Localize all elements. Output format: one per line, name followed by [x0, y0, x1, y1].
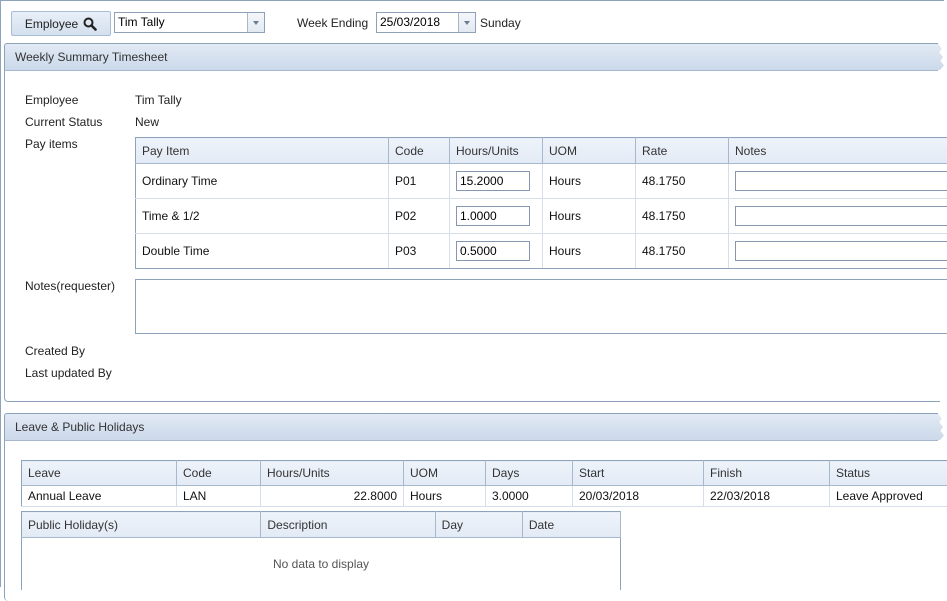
holiday-grid-header-row: Public Holiday(s) Description Day Date: [22, 512, 621, 538]
table-row[interactable]: Annual Leave LAN 22.8000 Hours 3.0000 20…: [22, 486, 947, 507]
window-border-left: [0, 0, 1, 587]
pay-item-cell: Double Time: [136, 234, 389, 269]
leave-holidays-title: Leave & Public Holidays: [15, 420, 144, 434]
pay-item-cell: Ordinary Time: [136, 164, 389, 199]
created-by-label: Created By: [25, 344, 85, 358]
employee-select[interactable]: Tim Tally: [114, 12, 265, 33]
column-header-hours-units[interactable]: Hours/Units: [261, 461, 404, 486]
public-holidays-grid: Public Holiday(s) Description Day Date N…: [21, 511, 621, 590]
table-row: Time & 1/2 P02 Hours 48.1750: [136, 199, 947, 234]
column-header-day[interactable]: Day: [435, 512, 522, 538]
uom-cell: Hours: [543, 164, 636, 199]
code-cell: P03: [389, 234, 450, 269]
status-cell: Leave Approved: [830, 486, 947, 507]
notes-cell: [729, 234, 947, 269]
column-header-notes[interactable]: Notes: [729, 138, 947, 164]
weekly-summary-title: Weekly Summary Timesheet: [15, 50, 168, 64]
days-cell: 3.0000: [486, 486, 573, 507]
column-header-rate[interactable]: Rate: [636, 138, 729, 164]
notes-cell: [729, 199, 947, 234]
notes-requester-textarea[interactable]: [135, 279, 947, 334]
employee-select-value: Tim Tally: [115, 13, 247, 32]
column-header-code[interactable]: Code: [389, 138, 450, 164]
column-header-uom[interactable]: UOM: [404, 461, 486, 486]
employee-search-button[interactable]: Employee: [11, 11, 111, 36]
notes-requester-label: Notes(requester): [25, 279, 115, 293]
pay-items-grid: Pay Item Code Hours/Units UOM Rate Notes…: [135, 137, 947, 269]
current-status-label: Current Status: [25, 115, 102, 129]
hours-input[interactable]: [456, 241, 530, 261]
uom-cell: Hours: [543, 234, 636, 269]
pay-items-label: Pay items: [25, 137, 78, 151]
notes-input[interactable]: [735, 171, 947, 191]
column-header-start[interactable]: Start: [573, 461, 704, 486]
column-header-code[interactable]: Code: [177, 461, 261, 486]
column-header-leave[interactable]: Leave: [22, 461, 177, 486]
notes-cell: [729, 164, 947, 199]
notes-input[interactable]: [735, 206, 947, 226]
rate-cell: 48.1750: [636, 164, 729, 199]
hours-cell: [450, 234, 543, 269]
employee-dropdown-button[interactable]: [247, 13, 264, 32]
leave-cell: Annual Leave: [22, 486, 177, 507]
window-border-top: [0, 0, 944, 1]
hours-cell: [450, 199, 543, 234]
column-header-pay-item[interactable]: Pay Item: [136, 138, 389, 164]
column-header-description[interactable]: Description: [261, 512, 435, 538]
hours-cell: [450, 164, 543, 199]
employee-value: Tim Tally: [135, 93, 182, 107]
leave-holidays-header[interactable]: Leave & Public Holidays: [4, 413, 938, 441]
chevron-down-icon: [464, 21, 470, 25]
week-ending-label: Week Ending: [297, 16, 368, 30]
torn-edge: [936, 44, 944, 70]
column-header-finish[interactable]: Finish: [704, 461, 830, 486]
column-header-days[interactable]: Days: [486, 461, 573, 486]
hours-input[interactable]: [456, 206, 530, 226]
column-header-status[interactable]: Status: [830, 461, 947, 486]
column-header-public-holidays[interactable]: Public Holiday(s): [22, 512, 261, 538]
employee-button-label: Employee: [25, 17, 78, 31]
no-data-message: No data to display: [22, 538, 621, 590]
pay-item-cell: Time & 1/2: [136, 199, 389, 234]
rate-cell: 48.1750: [636, 199, 729, 234]
week-ending-value: 25/03/2018: [377, 13, 458, 32]
current-status-value: New: [135, 115, 159, 129]
last-updated-by-label: Last updated By: [25, 366, 112, 380]
leave-grid: Leave Code Hours/Units UOM Days Start Fi…: [21, 460, 947, 507]
week-ending-date-picker[interactable]: 25/03/2018: [376, 12, 476, 33]
start-cell: 20/03/2018: [573, 486, 704, 507]
week-day-label: Sunday: [480, 16, 521, 30]
table-row: Double Time P03 Hours 48.1750: [136, 234, 947, 269]
week-ending-dropdown-button[interactable]: [458, 13, 475, 32]
empty-row: No data to display: [22, 538, 621, 590]
hours-cell: 22.8000: [261, 486, 404, 507]
torn-edge: [936, 414, 944, 440]
uom-cell: Hours: [404, 486, 486, 507]
search-icon: [83, 17, 97, 31]
table-row: Ordinary Time P01 Hours 48.1750: [136, 164, 947, 199]
code-cell: P01: [389, 164, 450, 199]
code-cell: P02: [389, 199, 450, 234]
uom-cell: Hours: [543, 199, 636, 234]
hours-input[interactable]: [456, 171, 530, 191]
leave-grid-header-row: Leave Code Hours/Units UOM Days Start Fi…: [22, 461, 947, 486]
chevron-down-icon: [253, 21, 259, 25]
pay-grid-header-row: Pay Item Code Hours/Units UOM Rate Notes: [136, 138, 947, 164]
column-header-date[interactable]: Date: [522, 512, 620, 538]
weekly-summary-header[interactable]: Weekly Summary Timesheet: [4, 43, 938, 71]
column-header-uom[interactable]: UOM: [543, 138, 636, 164]
column-header-hours-units[interactable]: Hours/Units: [450, 138, 543, 164]
finish-cell: 22/03/2018: [704, 486, 830, 507]
code-cell: LAN: [177, 486, 261, 507]
employee-label: Employee: [25, 93, 78, 107]
rate-cell: 48.1750: [636, 234, 729, 269]
notes-input[interactable]: [735, 241, 947, 261]
